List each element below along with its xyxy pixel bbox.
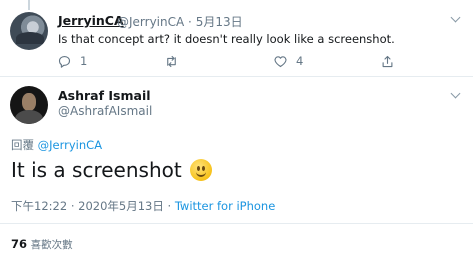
likes-count: 76: [11, 237, 28, 251]
reply-count: 1: [80, 54, 88, 68]
replying-label: 回覆: [11, 138, 34, 152]
meta-separator: ·: [188, 15, 192, 29]
likes-label: 喜歡次數: [30, 239, 73, 251]
reply-button[interactable]: 1: [57, 54, 87, 68]
reply-author-name[interactable]: JerryinCA: [58, 13, 124, 28]
share-button[interactable]: [380, 54, 395, 68]
divider: [0, 76, 473, 77]
tweet-text: It is a screenshot: [11, 158, 212, 182]
reply-author-handle: @JerryinCA: [117, 15, 185, 29]
tweet-timestamp: 下午12:22 · 2020年5月13日 · Twitter for iPhon…: [11, 198, 275, 214]
reply-author-meta[interactable]: @JerryinCA · 5月13日: [117, 13, 243, 30]
retweet-icon: [167, 55, 176, 67]
chevron-down-icon[interactable]: [450, 88, 461, 99]
author-name[interactable]: Ashraf Ismail: [58, 88, 151, 103]
replying-to-handle[interactable]: @JerryinCA: [38, 138, 102, 152]
like-count: 4: [296, 54, 304, 68]
reply-date[interactable]: 5月13日: [196, 15, 243, 29]
avatar-face: [22, 93, 36, 111]
chevron-down-icon[interactable]: [450, 12, 461, 23]
tweet-date[interactable]: 2020年5月13日: [78, 199, 164, 213]
divider: [0, 223, 473, 224]
heart-icon: [274, 55, 287, 67]
share-icon: [382, 55, 393, 67]
timestamp-separator: ·: [70, 199, 75, 213]
author-handle[interactable]: @AshrafAIsmail: [58, 104, 152, 118]
timestamp-separator: ·: [167, 199, 172, 213]
like-button[interactable]: 4: [273, 54, 303, 68]
thread-line: [28, 0, 30, 10]
likes-count-link[interactable]: 76 喜歡次數: [11, 237, 73, 252]
reply-icon: [58, 55, 71, 68]
avatar-body: [15, 110, 43, 124]
replying-to: 回覆 @JerryinCA: [11, 137, 102, 153]
retweet-button[interactable]: [164, 54, 187, 68]
avatar[interactable]: [10, 86, 48, 124]
smiley-emoji: [189, 159, 212, 181]
tweet-time[interactable]: 下午12:22: [11, 199, 67, 213]
avatar[interactable]: [10, 12, 48, 50]
reply-tweet-text: Is that concept art? it doesn't really l…: [58, 32, 395, 46]
tweet-text-content: It is a screenshot: [11, 158, 182, 182]
tweet-source[interactable]: Twitter for iPhone: [175, 199, 276, 213]
